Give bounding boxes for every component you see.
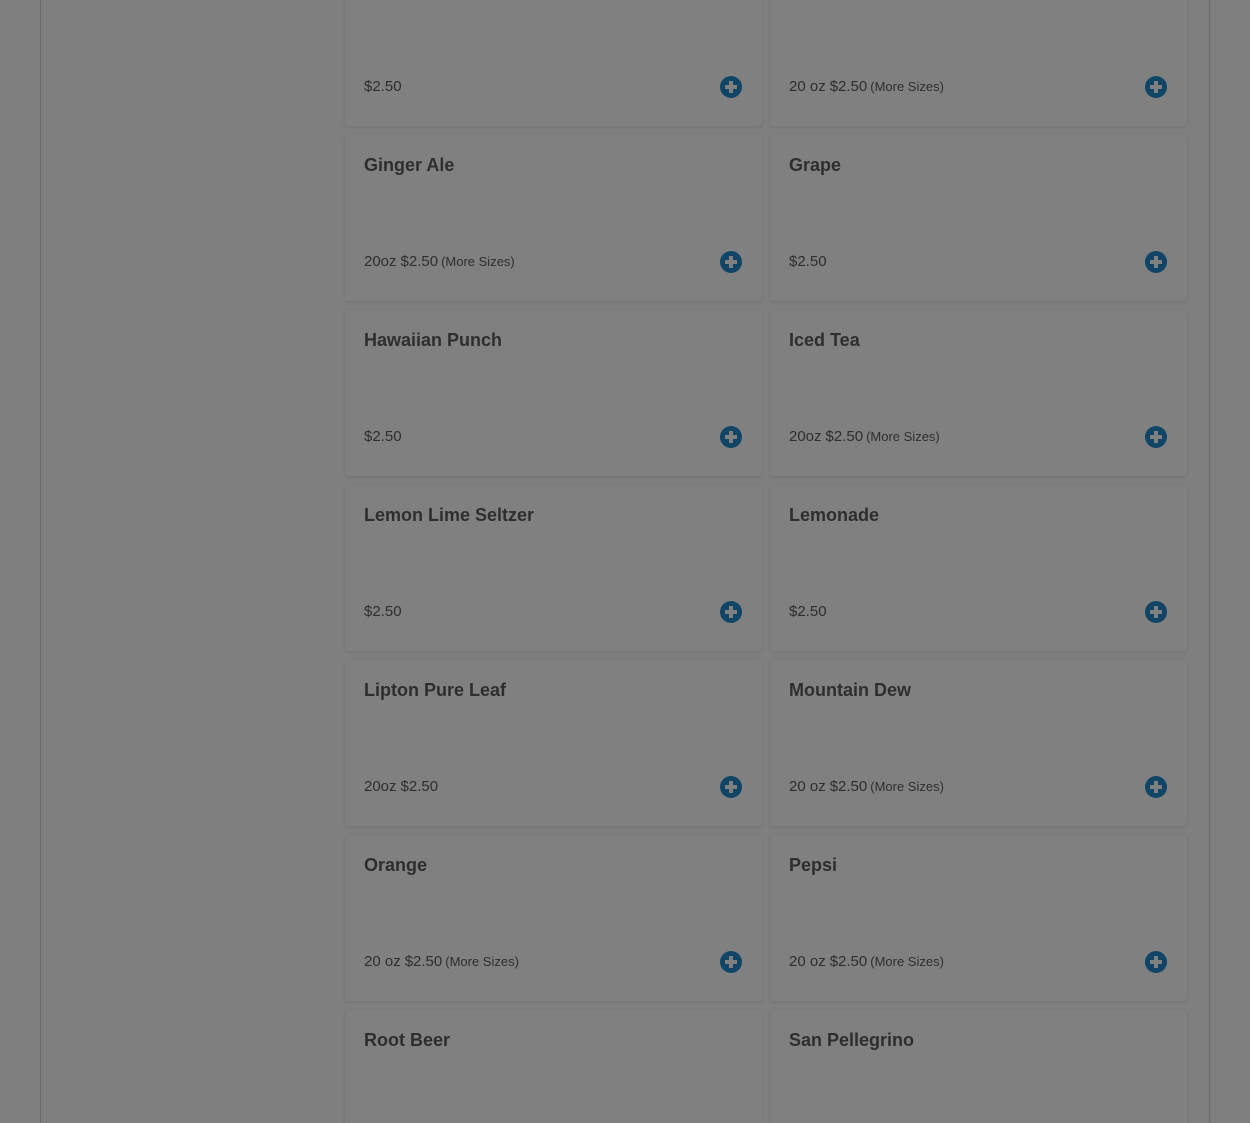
menu-item-price-line: 20 oz $2.50 (More Sizes) xyxy=(789,953,944,970)
add-to-order-button[interactable] xyxy=(1145,426,1167,448)
category-sidebar xyxy=(41,0,341,1123)
menu-item-name: Orange xyxy=(364,855,428,875)
menu-item-name: Iced Tea xyxy=(789,330,860,350)
menu-item-card[interactable]: Lipton Pure Leaf 20oz $2.50 xyxy=(345,660,762,826)
menu-item-price-line: 20oz $2.50 (More Sizes) xyxy=(789,428,940,445)
menu-item-name: Cream xyxy=(364,0,420,1)
plus-circle-icon xyxy=(725,256,737,268)
menu-item-card[interactable]: Lemonade $2.50 xyxy=(770,485,1187,651)
add-to-order-button[interactable] xyxy=(1145,776,1167,798)
plus-circle-icon xyxy=(1150,606,1162,618)
menu-item-price-line: $2.50 xyxy=(789,603,830,620)
menu-item-price: $2.50 xyxy=(789,253,827,270)
plus-circle-icon xyxy=(1150,431,1162,443)
plus-circle-icon xyxy=(1150,781,1162,793)
more-sizes-link[interactable]: (More Sizes) xyxy=(870,954,944,969)
menu-item-card[interactable]: Cream $2.50 xyxy=(345,0,762,126)
menu-item-size: 20 oz xyxy=(364,953,401,970)
add-to-order-button[interactable] xyxy=(1145,76,1167,98)
menu-item-name: Hawaiian Punch xyxy=(364,330,503,350)
menu-item-name: Diet Pepsi xyxy=(789,0,876,1)
menu-item-price-line: $2.50 xyxy=(364,428,405,445)
menu-item-price: $2.50 xyxy=(404,953,443,970)
menu-item-size: 20oz xyxy=(364,778,397,795)
menu-item-card[interactable]: Root Beer xyxy=(345,1010,762,1123)
menu-item-size: 20oz xyxy=(364,253,397,270)
menu-item-price: $2.50 xyxy=(825,428,864,445)
menu-item-name: Lemon Lime Seltzer xyxy=(364,505,535,525)
menu-item-name: Mountain Dew xyxy=(789,680,911,700)
menu-item-price: $2.50 xyxy=(364,78,402,95)
more-sizes-link[interactable]: (More Sizes) xyxy=(870,79,944,94)
menu-item-price-line: 20oz $2.50 (More Sizes) xyxy=(364,253,515,270)
menu-item-price-line: 20 oz $2.50 (More Sizes) xyxy=(789,778,944,795)
more-sizes-link[interactable]: (More Sizes) xyxy=(866,429,940,444)
menu-item-name: Lemonade xyxy=(789,505,880,525)
menu-item-size: 20oz xyxy=(789,428,822,445)
add-to-order-button[interactable] xyxy=(720,951,742,973)
menu-item-name: Root Beer xyxy=(364,1030,451,1050)
plus-circle-icon xyxy=(1150,956,1162,968)
menu-item-name: Grape xyxy=(789,155,842,175)
menu-item-price: $2.50 xyxy=(829,78,868,95)
more-sizes-link[interactable]: (More Sizes) xyxy=(441,254,515,269)
menu-item-card[interactable]: Lemon Lime Seltzer $2.50 xyxy=(345,485,762,651)
menu-item-price: $2.50 xyxy=(364,428,402,445)
menu-item-card[interactable]: San Pellegrino xyxy=(770,1010,1187,1123)
add-to-order-button[interactable] xyxy=(1145,951,1167,973)
menu-item-name: Pepsi xyxy=(789,855,838,875)
menu-item-price: $2.50 xyxy=(364,603,402,620)
plus-circle-icon xyxy=(725,781,737,793)
add-to-order-button[interactable] xyxy=(720,251,742,273)
plus-circle-icon xyxy=(725,81,737,93)
menu-item-card[interactable]: Hawaiian Punch $2.50 xyxy=(345,310,762,476)
menu-item-size: 20 oz xyxy=(789,953,826,970)
add-to-order-button[interactable] xyxy=(720,426,742,448)
menu-item-name: Lipton Pure Leaf xyxy=(364,680,507,700)
menu-item-card[interactable]: Diet Pepsi 20 oz$2.50(More Sizes) xyxy=(770,0,1187,126)
plus-circle-icon xyxy=(1150,81,1162,93)
menu-item-price-line: 20 oz $2.50 (More Sizes) xyxy=(789,78,944,95)
menu-item-price-line: $2.50 xyxy=(364,603,405,620)
add-to-order-button[interactable] xyxy=(720,601,742,623)
menu-item-price: $2.50 xyxy=(400,778,439,795)
menu-container: Cream $2.50 Diet Pepsi 20 oz$2.50(More S… xyxy=(40,0,1210,1123)
menu-item-price-line: 20oz $2.50 xyxy=(364,778,441,795)
menu-item-card[interactable]: Ginger Ale 20oz $2.50 (More Sizes) xyxy=(345,135,762,301)
menu-item-size: 20 oz xyxy=(789,78,826,95)
add-to-order-button[interactable] xyxy=(1145,601,1167,623)
menu-item-name: San Pellegrino xyxy=(789,1030,915,1050)
plus-circle-icon xyxy=(1150,256,1162,268)
menu-item-card[interactable]: Orange 20 oz $2.50 (More Sizes) xyxy=(345,835,762,1001)
menu-item-price: $2.50 xyxy=(829,953,868,970)
add-to-order-button[interactable] xyxy=(1145,251,1167,273)
menu-item-price: $2.50 xyxy=(789,603,827,620)
menu-item-price-line: 20 oz $2.50 (More Sizes) xyxy=(364,953,519,970)
more-sizes-link[interactable]: (More Sizes) xyxy=(870,779,944,794)
plus-circle-icon xyxy=(725,431,737,443)
menu-item-price-line: $2.50 xyxy=(789,253,830,270)
menu-item-price-line: $2.50 xyxy=(364,78,405,95)
menu-item-price: $2.50 xyxy=(400,253,439,270)
menu-item-size: 20 oz xyxy=(789,778,826,795)
more-sizes-link[interactable]: (More Sizes) xyxy=(445,954,519,969)
add-to-order-button[interactable] xyxy=(720,776,742,798)
menu-item-price: $2.50 xyxy=(829,778,868,795)
page-overlay: Cream $2.50 Diet Pepsi 20 oz$2.50(More S… xyxy=(0,0,1250,1123)
menu-item-card[interactable]: Mountain Dew 20 oz $2.50 (More Sizes) xyxy=(770,660,1187,826)
plus-circle-icon xyxy=(725,606,737,618)
add-to-order-button[interactable] xyxy=(720,76,742,98)
menu-item-card[interactable]: Pepsi 20 oz $2.50 (More Sizes) xyxy=(770,835,1187,1001)
menu-item-card[interactable]: Grape $2.50 xyxy=(770,135,1187,301)
menu-item-card[interactable]: Iced Tea 20oz $2.50 (More Sizes) xyxy=(770,310,1187,476)
plus-circle-icon xyxy=(725,956,737,968)
menu-item-name: Ginger Ale xyxy=(364,155,455,175)
